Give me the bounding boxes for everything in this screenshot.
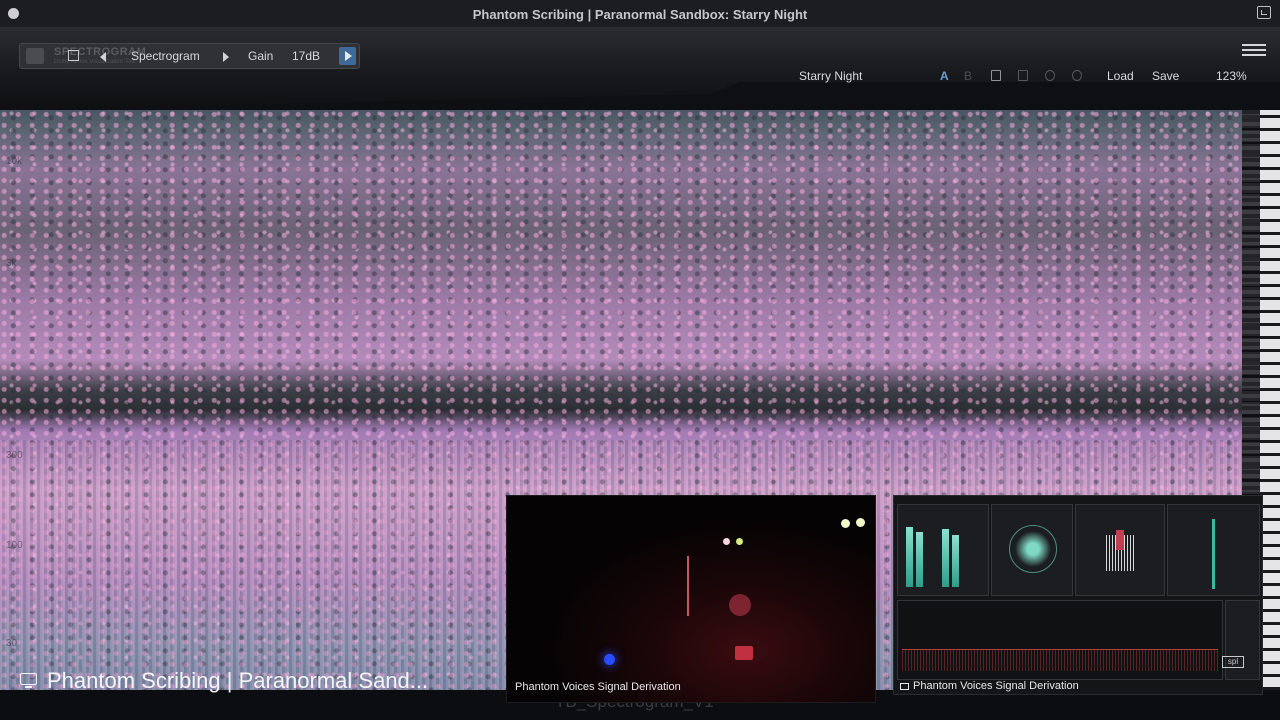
light-dot xyxy=(841,519,850,528)
load-button[interactable]: Load xyxy=(1107,69,1134,83)
window-titlebar: Phantom Scribing | Paranormal Sandbox: S… xyxy=(0,0,1280,28)
exit-fullscreen-icon[interactable] xyxy=(1257,6,1271,19)
crop-icon[interactable] xyxy=(68,50,79,61)
spectrum-panel xyxy=(897,600,1223,680)
vectorscope-trace xyxy=(1212,519,1215,589)
screen-share-caption: Phantom Scribing | Paranormal Sand... xyxy=(0,662,505,696)
vectorscope-panel xyxy=(1167,504,1260,596)
freq-label-3k: 3k xyxy=(6,258,17,269)
freq-label-30: 30 xyxy=(6,638,18,649)
light-dot xyxy=(723,538,730,545)
freq-label-300: 300 xyxy=(6,450,23,461)
freq-label-10k: 10k xyxy=(6,156,23,167)
plugin-subtitle: Dolby Atmos Visualization Tool xyxy=(54,59,136,65)
spl-logo: spl xyxy=(1222,656,1244,668)
light-dot xyxy=(729,594,751,616)
plugin-toolbar: SPECTROGRAM Dolby Atmos Visualization To… xyxy=(0,28,1280,110)
next-view-icon[interactable] xyxy=(223,52,229,62)
scope-circle xyxy=(1009,525,1057,573)
zoom-level[interactable]: 123% xyxy=(1216,69,1247,83)
surround-scope-panel xyxy=(991,504,1073,596)
toolbar-lower-strip xyxy=(0,82,1280,110)
meter-video-tile[interactable]: spl Phantom Voices Signal Derivation xyxy=(893,495,1263,695)
light-dot xyxy=(735,646,753,660)
light-streak xyxy=(687,556,689,616)
level-bar xyxy=(942,529,949,587)
play-button[interactable] xyxy=(339,47,356,65)
hamburger-menu-icon[interactable] xyxy=(1242,44,1266,56)
level-meter-panel xyxy=(897,504,989,596)
display-icon xyxy=(20,673,37,688)
preset-name[interactable]: Starry Night xyxy=(799,69,862,83)
light-dot xyxy=(604,654,615,665)
level-bar xyxy=(952,535,959,587)
screen-share-title: Phantom Scribing | Paranormal Sand... xyxy=(47,668,429,693)
slot-b-button[interactable]: B xyxy=(964,69,972,83)
level-bar xyxy=(916,532,923,587)
undo-icon[interactable] xyxy=(1045,70,1055,81)
camera-video-tile[interactable]: Phantom Voices Signal Derivation xyxy=(506,495,876,703)
previous-view-icon[interactable] xyxy=(100,52,106,62)
correlation-panel xyxy=(1075,504,1165,596)
light-dot xyxy=(736,538,743,545)
display-icon xyxy=(900,683,909,690)
light-dot xyxy=(856,518,865,527)
view-selector[interactable]: Spectrogram xyxy=(131,49,200,63)
spectrum-trace xyxy=(902,649,1218,671)
gain-value[interactable]: 17dB xyxy=(292,49,320,63)
save-button[interactable]: Save xyxy=(1152,69,1179,83)
plugin-selector-bar: SPECTROGRAM Dolby Atmos Visualization To… xyxy=(19,43,360,69)
camera-caption: Phantom Voices Signal Derivation xyxy=(515,681,681,693)
copy-icon[interactable] xyxy=(991,70,1001,81)
correlation-marker xyxy=(1116,530,1124,550)
meter-caption: Phantom Voices Signal Derivation xyxy=(913,680,1079,692)
level-bar xyxy=(906,527,913,587)
paste-icon[interactable] xyxy=(1018,70,1028,81)
redo-icon[interactable] xyxy=(1072,70,1082,81)
meter-side-controls xyxy=(1225,600,1260,680)
plugin-logo-icon xyxy=(26,48,44,64)
freq-label-100: 100 xyxy=(6,540,23,551)
slot-a-button[interactable]: A xyxy=(940,69,949,83)
gain-label: Gain xyxy=(248,49,274,63)
window-title: Phantom Scribing | Paranormal Sandbox: S… xyxy=(472,7,808,22)
